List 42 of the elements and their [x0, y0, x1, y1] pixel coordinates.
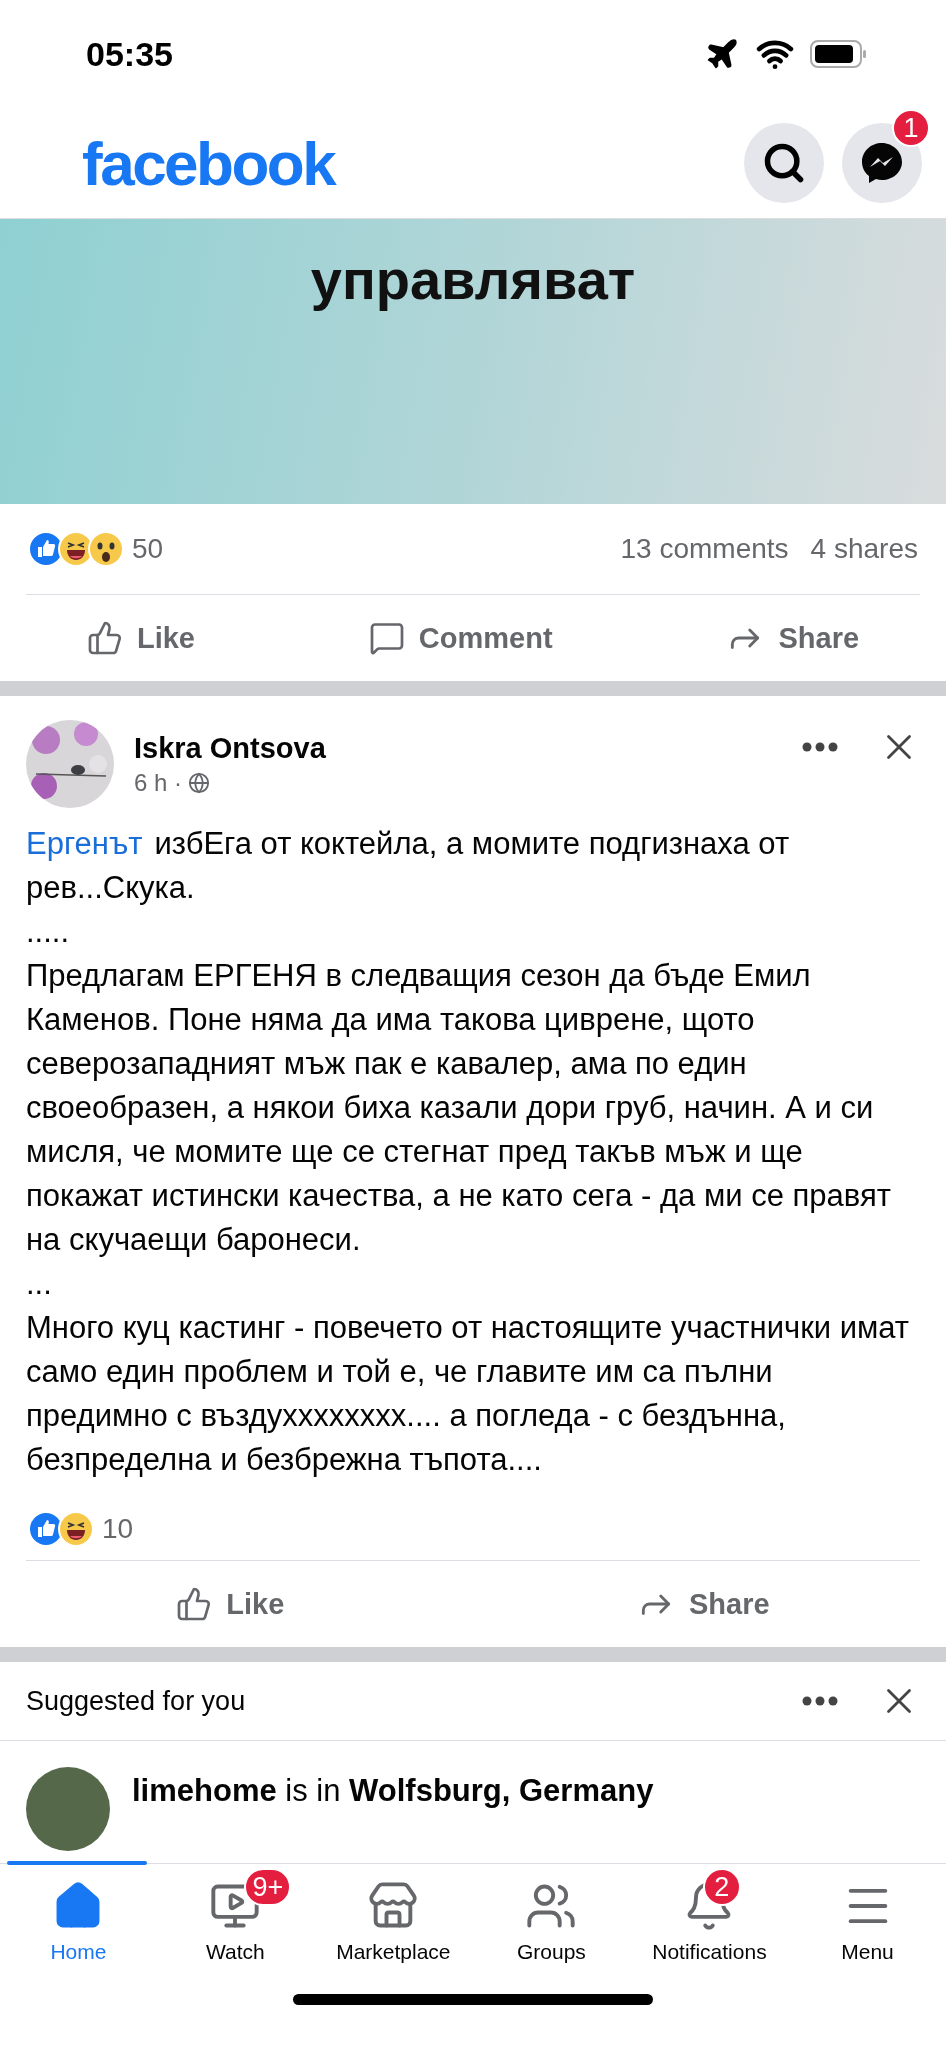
comment-button[interactable]: Comment [356, 612, 565, 664]
suggestion-text: limehome is in Wolfsburg, Germany [132, 1772, 654, 1809]
tab[interactable]: Groups [491, 1880, 612, 1964]
share-button[interactable]: Share [625, 1577, 782, 1631]
wow-reaction-icon [88, 531, 124, 567]
messenger-icon [859, 140, 905, 186]
globe-icon [188, 771, 211, 794]
tab[interactable]: Menu [807, 1880, 928, 1964]
thumbs-up-icon [176, 1586, 213, 1622]
more-icon [802, 1696, 838, 1706]
share-count[interactable]: 4 shares [810, 533, 918, 565]
reaction-count[interactable]: 10 [102, 1513, 134, 1545]
tab[interactable]: Home [18, 1880, 139, 1964]
post-paragraph: Много куц кастинг - повечето от настоящите участнички имат само един проблем и той е, че главите им са пълни предимно с въздухххххххх.... а погледа - с бездънна, безпределна и безбрежна тъпота.... [26, 1309, 911, 1479]
search-icon [762, 141, 806, 185]
like-button[interactable]: Like [164, 1578, 297, 1630]
notification-badge: 1 [892, 109, 930, 147]
post-paragraph: Ергенът избЕга от коктейла, а момите подгизнаха от рев...Скука. [26, 825, 791, 907]
post-time: 6 h · [134, 768, 183, 797]
thumbs-up-icon [86, 620, 123, 656]
more-button[interactable] [802, 1696, 838, 1706]
battery-icon [810, 40, 868, 68]
tab[interactable]: Marketplace [332, 1880, 455, 1964]
logo[interactable]: facebook [82, 127, 335, 199]
speech-bubble-icon [368, 620, 405, 656]
author-name[interactable]: Iskra Ontsova [134, 731, 782, 765]
notification-badge: 2 [702, 1868, 741, 1906]
section-title: Suggested for you [26, 1685, 246, 1717]
post-paragraph: Предлагам ЕРГЕНЯ в следващия сезон да бъде Емил Каменов. Поне няма да има такова циврене, щото северозападният мъж пак е кавалер, ама по един своеобразен, а някои биха казали дори груб, начин. А и си мисля, че момите ще се стегнат пред такъв мъж и ще покажат истински качества, а не като сега - да ми се правят на скучаещи баронеси. [26, 957, 892, 1259]
more-icon [802, 742, 838, 752]
notification-badge: 9+ [244, 1868, 292, 1906]
hashtag-link[interactable]: Ергенът [26, 826, 143, 861]
more-button[interactable] [802, 742, 838, 752]
comment-count[interactable]: 13 comments [620, 533, 789, 565]
image-text: управляват [310, 247, 636, 312]
post-paragraph: ..... [26, 913, 71, 951]
haha-reaction-icon [58, 1511, 94, 1547]
like-button[interactable]: Like [74, 612, 207, 664]
share-button[interactable]: Share [714, 611, 872, 665]
status-time: 05:35 [86, 34, 173, 74]
post-paragraph: ... [26, 1265, 53, 1303]
reaction-count[interactable]: 50 [132, 533, 164, 565]
